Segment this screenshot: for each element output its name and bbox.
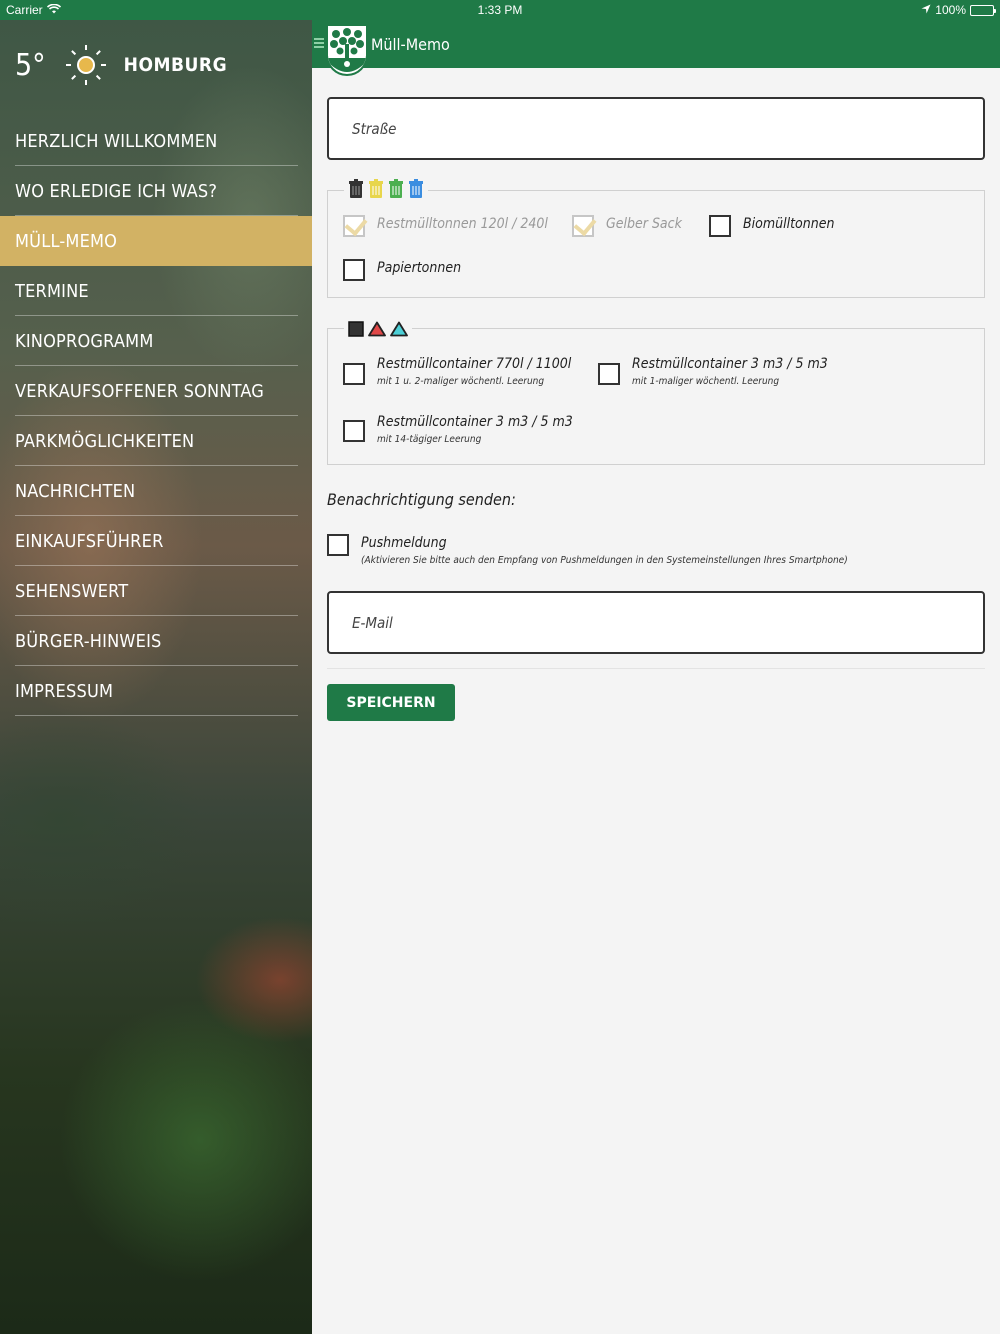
menu-item-willkommen[interactable]: HERZLICH WILLKOMMEN — [0, 116, 312, 166]
checkbox-sublabel: mit 1-maliger wöchentl. Leerung — [632, 376, 780, 387]
checkbox-label: Restmülltonnen 120l / 240l — [377, 216, 548, 232]
page-title: Müll-Memo — [371, 34, 450, 54]
checkbox-container-770-1100[interactable]: Restmüllcontainer 770l / 1100l mit 1 u. … — [343, 355, 571, 388]
menu-item-kinoprogramm[interactable]: KINOPROGRAMM — [0, 316, 312, 366]
menu-item-muell-memo[interactable]: MÜLL-MEMO — [0, 216, 312, 266]
green-bin-icon — [389, 179, 403, 198]
city-crest-logo — [326, 24, 368, 76]
menu-item-parkmoeglichkeiten[interactable]: PARKMÖGLICHKEITEN — [0, 416, 312, 466]
side-menu: HERZLICH WILLKOMMEN WO ERLEDIGE ICH WAS?… — [0, 116, 312, 716]
black-square-icon — [348, 321, 364, 337]
checkbox-box[interactable] — [343, 363, 365, 385]
menu-item-label: WO ERLEDIGE ICH WAS? — [15, 180, 218, 202]
checkbox-box[interactable] — [327, 534, 349, 556]
push-hint: (Aktivieren Sie bitte auch den Empfang v… — [361, 555, 848, 566]
checkbox-text: Restmüllcontainer 770l / 1100l mit 1 u. … — [377, 355, 571, 388]
checkbox-restmuelltonnen[interactable]: Restmülltonnen 120l / 240l — [343, 212, 548, 237]
checkbox-box[interactable] — [572, 212, 597, 237]
menu-item-label: MÜLL-MEMO — [15, 230, 118, 252]
menu-item-label: EINKAUFSFÜHRER — [15, 530, 164, 552]
checkbox-box[interactable] — [343, 259, 365, 281]
menu-item-label: HERZLICH WILLKOMMEN — [15, 130, 218, 152]
checkbox-text: Restmüllcontainer 3 m3 / 5 m3 mit 14-täg… — [377, 413, 573, 446]
menu-item-label: TERMINE — [15, 280, 89, 302]
menu-item-label: KINOPROGRAMM — [15, 330, 154, 352]
email-field-wrapper — [327, 591, 985, 654]
checkbox-sublabel: mit 1 u. 2-maliger wöchentl. Leerung — [377, 376, 545, 387]
checkbox-box[interactable] — [343, 420, 365, 442]
battery-icon — [970, 4, 996, 16]
checkbox-sublabel: mit 14-tägiger Leerung — [377, 434, 482, 445]
checkbox-pushmeldung[interactable]: Pushmeldung (Aktivieren Sie bitte auch d… — [327, 534, 848, 567]
menu-item-impressum[interactable]: IMPRESSUM — [0, 666, 312, 716]
status-bar: Carrier 1:33 PM 100% — [0, 0, 1000, 20]
checkbox-biomuelltonnen[interactable]: Biomülltonnen — [709, 215, 834, 237]
menu-item-verkaufsoffener-sonntag[interactable]: VERKAUFSOFFENER SONNTAG — [0, 366, 312, 416]
menu-item-label: PARKMÖGLICHKEITEN — [15, 430, 195, 452]
menu-item-nachrichten[interactable]: NACHRICHTEN — [0, 466, 312, 516]
containers-group: Restmüllcontainer 770l / 1100l mit 1 u. … — [327, 315, 985, 465]
checkbox-text: Restmüllcontainer 3 m3 / 5 m3 mit 1-mali… — [632, 355, 828, 388]
check-mark-icon — [344, 212, 368, 237]
menu-item-buerger-hinweis[interactable]: BÜRGER-HINWEIS — [0, 616, 312, 666]
divider — [327, 668, 985, 669]
wifi-icon — [46, 3, 61, 17]
black-bin-icon — [349, 179, 363, 198]
checkbox-label: Pushmeldung — [361, 535, 447, 551]
location-arrow-icon — [921, 3, 931, 17]
sidebar: 5° HOMBURG HERZLICH WILLKOMMEN WO ERLEDI… — [0, 20, 312, 1334]
blue-bin-icon — [409, 179, 423, 198]
clock: 1:33 PM — [477, 3, 523, 17]
city-name: HOMBURG — [123, 54, 228, 76]
menu-item-label: SEHENSWERT — [15, 580, 129, 602]
yellow-bin-icon — [369, 179, 383, 198]
check-mark-icon — [573, 212, 597, 237]
menu-item-einkaufsfuehrer[interactable]: EINKAUFSFÜHRER — [0, 516, 312, 566]
email-input[interactable] — [329, 593, 983, 652]
bins-group: Restmülltonnen 120l / 240l Gelber Sack B… — [327, 177, 985, 298]
checkbox-label: Papiertonnen — [377, 260, 462, 276]
checkbox-box[interactable] — [598, 363, 620, 385]
menu-item-sehenswert[interactable]: SEHENSWERT — [0, 566, 312, 616]
carrier-label: Carrier — [6, 3, 43, 17]
save-button[interactable]: SPEICHERN — [327, 684, 455, 721]
top-bar: Müll-Memo — [312, 20, 1000, 76]
checkbox-text: Pushmeldung (Aktivieren Sie bitte auch d… — [361, 534, 848, 567]
street-field-wrapper — [327, 97, 985, 160]
checkbox-gelber-sack[interactable]: Gelber Sack — [572, 212, 682, 237]
checkbox-label: Restmüllcontainer 3 m3 / 5 m3 — [632, 356, 828, 372]
street-input[interactable] — [329, 99, 983, 158]
menu-item-label: BÜRGER-HINWEIS — [15, 630, 162, 652]
hamburger-menu-icon[interactable] — [314, 38, 324, 48]
checkbox-container-3-5-weekly[interactable]: Restmüllcontainer 3 m3 / 5 m3 mit 1-mali… — [598, 355, 828, 388]
checkbox-box[interactable] — [343, 212, 368, 237]
containers-group-icons — [344, 315, 412, 337]
checkbox-label: Restmüllcontainer 3 m3 / 5 m3 — [377, 414, 573, 430]
menu-item-label: NACHRICHTEN — [15, 480, 136, 502]
red-triangle-icon — [368, 321, 386, 337]
menu-item-termine[interactable]: TERMINE — [0, 266, 312, 316]
checkbox-label: Gelber Sack — [606, 216, 682, 232]
cyan-triangle-icon — [390, 321, 408, 337]
checkbox-container-3-5-biweekly[interactable]: Restmüllcontainer 3 m3 / 5 m3 mit 14-täg… — [343, 413, 573, 446]
checkbox-label: Biomülltonnen — [743, 216, 835, 232]
main-content: Müll-Memo Restmülltonnen 120l / 240l Gel… — [312, 20, 1000, 1334]
checkbox-papiertonnen[interactable]: Papiertonnen — [343, 259, 461, 281]
menu-item-label: IMPRESSUM — [15, 680, 114, 702]
checkbox-label: Restmüllcontainer 770l / 1100l — [377, 356, 572, 372]
sun-icon — [65, 45, 106, 85]
checkbox-box[interactable] — [709, 215, 731, 237]
notification-heading: Benachrichtigung senden: — [327, 490, 516, 509]
menu-item-wo-erledige[interactable]: WO ERLEDIGE ICH WAS? — [0, 166, 312, 216]
weather-widget: 5° HOMBURG — [15, 40, 227, 90]
bins-group-icons — [344, 177, 428, 199]
menu-item-label: VERKAUFSOFFENER SONNTAG — [15, 380, 265, 402]
battery-percent: 100% — [935, 3, 966, 17]
temperature: 5° — [15, 47, 46, 83]
